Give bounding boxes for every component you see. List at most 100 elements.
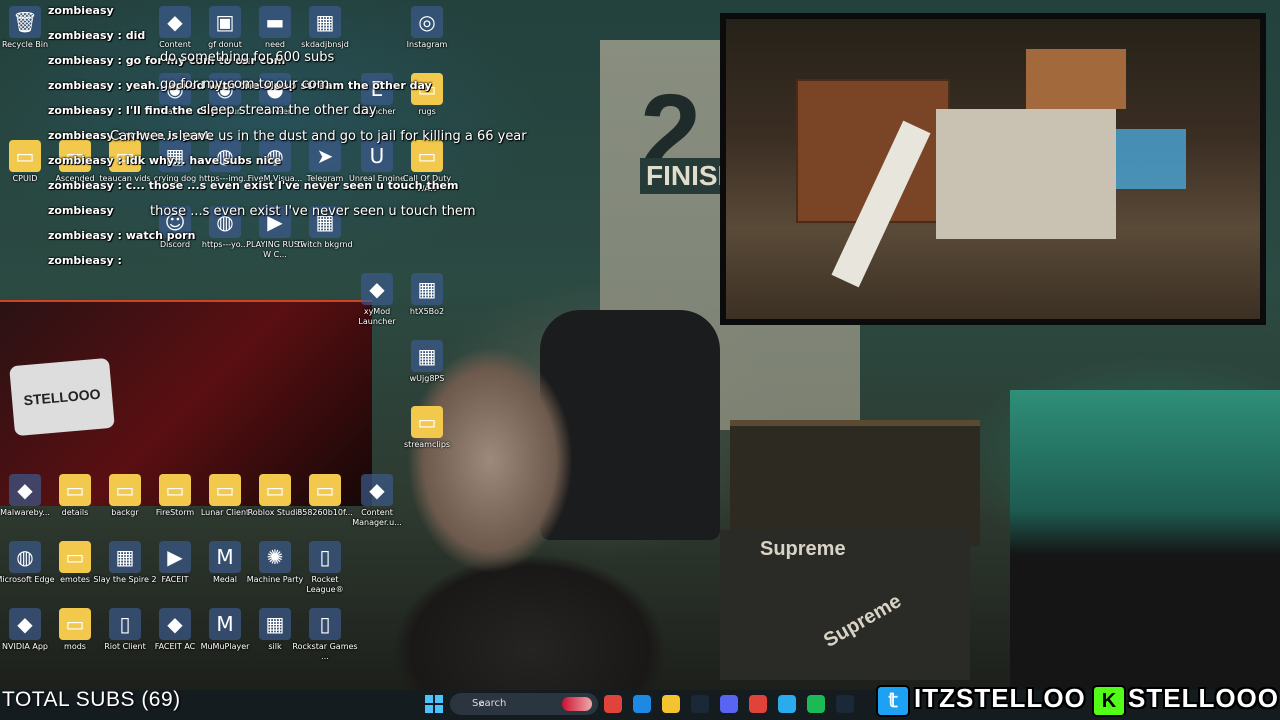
blue-box [1116, 129, 1186, 189]
shelf [1026, 49, 1126, 109]
desktop-icon-label: Rocket League® [306, 575, 344, 594]
app-icon: ◆ [361, 474, 393, 506]
app-icon: U [361, 140, 393, 172]
app-icon: ▭ [59, 608, 91, 640]
desk [936, 109, 1116, 239]
chat-message: zombieasy [48, 204, 114, 217]
chat-username: zombieasy [48, 129, 114, 142]
desktop-icon[interactable]: ◆ xyMod Launcher [344, 273, 410, 327]
chrome-icon[interactable] [604, 695, 622, 713]
desktop-icon-label: Instagram [406, 40, 448, 49]
desktop-icon-label: Rockstar Games ... [292, 642, 358, 661]
app-icon: ◆ [9, 474, 41, 506]
chat-text: : watch porn [113, 229, 196, 242]
chat-username: zombieasy [48, 154, 114, 167]
chat-message: zombieasy [48, 4, 114, 17]
desktop-icon[interactable]: ◎ Instagram [394, 6, 460, 50]
chat-username: zombieasy [48, 54, 114, 67]
chat-username: zombieasy [48, 4, 114, 17]
chat-username: zombieasy [48, 29, 114, 42]
app-icon: M [209, 608, 241, 640]
chat-message: zombieasy : Idk why... have subs nice [48, 154, 281, 167]
windows-start-icon[interactable] [425, 695, 443, 713]
app-icon: M [209, 541, 241, 573]
chat-message: zombieasy : did [48, 29, 145, 42]
shoe-shelf [730, 420, 980, 546]
chat-overlay-text: sleep stream the other day [200, 103, 377, 118]
app-icon: ▦ [411, 340, 443, 372]
app-icon: ▭ [9, 140, 41, 172]
desktop-icon-label: streamclips [403, 440, 451, 449]
steam-icon[interactable] [836, 695, 854, 713]
spotify-icon[interactable] [807, 695, 825, 713]
app-icon: ◍ [9, 541, 41, 573]
desktop-icon-label: Content Manager.u... [352, 508, 402, 527]
game-capture-overlay [720, 13, 1266, 325]
chrome-icon[interactable] [749, 695, 767, 713]
desktop-icon[interactable]: ▦ skdadjbnsjd [292, 6, 358, 50]
app-icon: ▭ [59, 474, 91, 506]
app-icon: ➤ [309, 140, 341, 172]
app-icon: ◆ [159, 608, 191, 640]
chat-message: zombieasy : c... those ...s even exist I… [48, 179, 458, 192]
app-icon: ▦ [109, 541, 141, 573]
chat-username: zombieasy [48, 179, 114, 192]
chat-text: : [113, 254, 122, 267]
app-icon: ▯ [109, 608, 141, 640]
chat-overlay-text: those ...s even exist I've never seen u … [150, 204, 476, 219]
chat-username: zombieasy [48, 254, 114, 267]
desktop-icon-label: twitch bkgrnd [297, 240, 353, 249]
app-icon: ◎ [411, 6, 443, 38]
stelloo-sign: STELLOOO [9, 357, 115, 437]
total-subs-label: TOTAL SUBS (69) [2, 688, 181, 711]
desktop-icon[interactable]: ▯ Rocket League® [292, 541, 358, 595]
desktop-icon[interactable]: ▦ wUjg8PS [394, 340, 460, 384]
search-placeholder: Search [472, 698, 507, 709]
desktop-icon[interactable]: ▭ streamclips [394, 406, 460, 450]
app-icon: ▭ [309, 474, 341, 506]
app-icon: ◆ [361, 273, 393, 305]
chat-text: : Idk why... have subs nice [113, 154, 282, 167]
app-icon: ▭ [109, 474, 141, 506]
app-icon: ◆ [9, 608, 41, 640]
bed [1010, 390, 1280, 690]
app-icon: ▦ [259, 608, 291, 640]
desktop-icon-label: rugs [418, 107, 436, 116]
app-icon: ▦ [309, 6, 341, 38]
app-icon: ▬ [259, 6, 291, 38]
app-icon: ▭ [209, 474, 241, 506]
desktop-icon-label: xyMod Launcher [358, 307, 396, 326]
search-highlight-icon [562, 697, 592, 711]
discord-icon[interactable] [720, 695, 738, 713]
chat-text: : did [113, 29, 146, 42]
app-icon: ▭ [411, 140, 443, 172]
chat-username: zombieasy [48, 104, 114, 117]
telegram-icon[interactable] [778, 695, 796, 713]
steam-icon[interactable] [691, 695, 709, 713]
app-icon: ✺ [259, 541, 291, 573]
app-icon: ◆ [159, 6, 191, 38]
kick-handle: STELLOOO [1128, 683, 1279, 713]
app-icon: ▦ [411, 273, 443, 305]
edge-icon[interactable] [633, 695, 651, 713]
desktop-icon[interactable]: ◆ Content Manager.u... [344, 474, 410, 528]
twitter-icon: 𝕥 [876, 685, 910, 717]
app-icon: ▭ [411, 406, 443, 438]
search-icon: ⌕ [479, 697, 486, 710]
social-banner: 𝕥 ITZSTELLOO K STELLOOO [874, 683, 1278, 717]
chat-message: zombieasy : watch porn [48, 229, 195, 242]
taskbar-search[interactable]: ⌕ Search [450, 693, 598, 715]
app-icon: ▭ [259, 474, 291, 506]
desktop-icon[interactable]: ▯ Rockstar Games ... [292, 608, 358, 662]
chat-username: zombieasy [48, 79, 114, 92]
app-icon: ▯ [309, 608, 341, 640]
chat-overlay-text: go for my com to our com [160, 77, 330, 92]
chat-overlay-text: do something for 600 subs [160, 50, 335, 65]
app-icon: ▭ [59, 541, 91, 573]
files-icon[interactable] [662, 695, 680, 713]
chat-message: zombieasy : [48, 254, 122, 267]
kick-icon: K [1092, 685, 1126, 717]
app-icon: ▣ [209, 6, 241, 38]
rug-text: Supreme [760, 538, 846, 560]
chat-overlay-text: Can we ... leave us in the dust and go t… [110, 129, 527, 144]
